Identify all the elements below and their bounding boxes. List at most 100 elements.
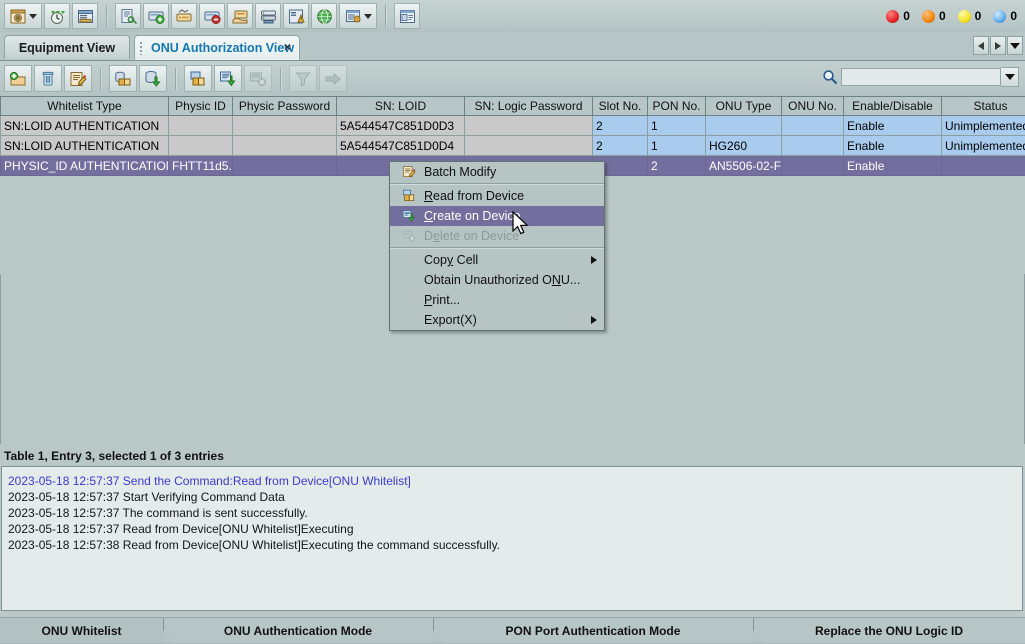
device-stack-icon[interactable]: [255, 3, 281, 29]
table-cell[interactable]: 1: [647, 115, 706, 136]
table-cell[interactable]: 2: [592, 115, 648, 136]
menu-copy-cell[interactable]: Copy Cell: [390, 250, 604, 270]
table-cell[interactable]: [705, 115, 782, 136]
filter-icon[interactable]: [289, 65, 317, 92]
table-cell[interactable]: [464, 115, 593, 136]
delete-record-icon[interactable]: [34, 65, 62, 92]
tab-onu-authorization-view[interactable]: ONU Authorization View ×: [134, 35, 300, 60]
tab-prev-button[interactable]: [973, 36, 989, 55]
toolbar-separator: [385, 5, 386, 27]
search-dropdown-button[interactable]: [1001, 67, 1019, 87]
bottom-tab-replace-the-onu-logic-id-label: Replace the ONU Logic ID: [814, 623, 964, 638]
tab-equipment-view[interactable]: Equipment View: [4, 35, 130, 59]
menu-obtain-unauthorized-onu[interactable]: Obtain Unauthorized ONU...: [390, 270, 604, 290]
table-header-onu-no[interactable]: ONU No.: [781, 96, 844, 116]
bottom-tab-onu-authentication-mode[interactable]: ONU Authentication Mode: [163, 618, 433, 643]
table-cell[interactable]: Unimplemented: [941, 135, 1025, 156]
device-add-icon[interactable]: [143, 3, 169, 29]
tab-list-button[interactable]: [1007, 36, 1023, 55]
bottom-tab-onu-authentication-mode-label: ONU Authentication Mode: [223, 623, 373, 638]
table-header-slot-no[interactable]: Slot No.: [592, 96, 648, 116]
table-cell[interactable]: [232, 135, 337, 156]
table-header-whitelist-type[interactable]: Whitelist Type: [0, 96, 169, 116]
table-cell[interactable]: SN:LOID AUTHENTICATION: [0, 115, 169, 136]
save-to-device-icon[interactable]: [139, 65, 167, 92]
command-log-pane[interactable]: 2023-05-18 12:57:37 Send the Command:Rea…: [1, 466, 1023, 611]
alarm-major[interactable]: 0: [921, 9, 946, 23]
device-hand-icon[interactable]: [227, 3, 253, 29]
table-cell[interactable]: [168, 135, 233, 156]
alarm-critical[interactable]: 0: [886, 9, 910, 23]
window-panel-icon[interactable]: [394, 3, 420, 29]
search-icon[interactable]: [819, 66, 841, 88]
globe-icon[interactable]: [311, 3, 337, 29]
report-icon[interactable]: [72, 3, 98, 29]
add-record-icon[interactable]: [4, 65, 32, 92]
table-cell[interactable]: SN:LOID AUTHENTICATION: [0, 135, 169, 156]
main-toolbar: 0 0 0 0: [0, 0, 1025, 33]
table-header-physic-password[interactable]: Physic Password: [232, 96, 337, 116]
menu-export[interactable]: Export(X): [390, 310, 604, 330]
table-cell[interactable]: [232, 155, 337, 176]
table-cell[interactable]: [464, 135, 593, 156]
table-cell[interactable]: Enable: [843, 115, 942, 136]
table-header-onu-type[interactable]: ONU Type: [705, 96, 782, 116]
device-remove-icon[interactable]: [199, 3, 225, 29]
table-cell[interactable]: [781, 135, 844, 156]
modify-record-icon[interactable]: [64, 65, 92, 92]
search-input[interactable]: [841, 68, 1001, 86]
dropdown-caret-icon[interactable]: [28, 13, 37, 19]
alarm-minor[interactable]: 0: [957, 9, 981, 23]
scheduled-task-icon[interactable]: [44, 3, 70, 29]
new-document-icon[interactable]: [4, 3, 42, 29]
table-header-enable-disable[interactable]: Enable/Disable: [843, 96, 942, 116]
table-cell[interactable]: 5A544547C851D0D4: [336, 135, 465, 156]
table-row[interactable]: SN:LOID AUTHENTICATION 5A544547C851D0D3 2 1…: [0, 115, 1025, 136]
dropdown-caret-icon[interactable]: [363, 13, 372, 19]
menu-read-from-device[interactable]: Read from Device: [390, 186, 604, 206]
read-table-icon[interactable]: [184, 65, 212, 92]
table-header-sn-logic-password[interactable]: SN: Logic Password: [464, 96, 593, 116]
list-config-icon[interactable]: [339, 3, 377, 29]
table-header-sn-loid[interactable]: SN: LOID: [336, 96, 465, 116]
read-from-device-icon[interactable]: [109, 65, 137, 92]
table-cell[interactable]: [781, 155, 844, 176]
bottom-tab-onu-whitelist[interactable]: ONU Whitelist: [0, 618, 163, 643]
close-icon[interactable]: ×: [284, 40, 291, 54]
table-row[interactable]: SN:LOID AUTHENTICATION 5A544547C851D0D4 2 1…: [0, 135, 1025, 156]
table-cell[interactable]: AN5506-02-F: [705, 155, 782, 176]
table-cell[interactable]: [168, 115, 233, 136]
table-cell[interactable]: [232, 115, 337, 136]
table-cell[interactable]: 5A544547C851D0D3: [336, 115, 465, 136]
alarm-warning[interactable]: 0: [993, 9, 1017, 23]
table-cell[interactable]: Unimplemented: [941, 115, 1025, 136]
table-cell[interactable]: Enable: [843, 155, 942, 176]
bottom-tab-pon-port-authentication-mode[interactable]: PON Port Authentication Mode: [433, 618, 753, 643]
menu-batch-modify[interactable]: Batch Modify: [390, 162, 604, 182]
table-cell[interactable]: Enable: [843, 135, 942, 156]
table-cell[interactable]: 1: [647, 135, 706, 156]
table-header-pon-no[interactable]: PON No.: [647, 96, 706, 116]
table-cell[interactable]: FHTT11d5...: [168, 155, 233, 176]
submenu-arrow-icon: [591, 256, 597, 264]
create-on-device-icon[interactable]: [214, 65, 242, 92]
table-cell[interactable]: 2: [647, 155, 706, 176]
bottom-tab-replace-the-onu-logic-id[interactable]: Replace the ONU Logic ID: [753, 618, 1025, 643]
table-cell[interactable]: HG260: [705, 135, 782, 156]
go-arrow-icon[interactable]: [319, 65, 347, 92]
delete-on-device-icon[interactable]: [244, 65, 272, 92]
device-discover-icon[interactable]: [171, 3, 197, 29]
table-cell[interactable]: PHYSIC_ID AUTHENTICATION: [0, 155, 169, 176]
menu-create-on-device[interactable]: Create on Device: [390, 206, 604, 226]
table-cell[interactable]: [781, 115, 844, 136]
table-cell[interactable]: [941, 155, 1025, 176]
table-header-status[interactable]: Status: [941, 96, 1025, 116]
document-key-icon[interactable]: [115, 3, 141, 29]
tab-next-button[interactable]: [990, 36, 1006, 55]
menu-print[interactable]: Print...: [390, 290, 604, 310]
toolbar-group-3: [390, 3, 424, 29]
table-header-physic-id[interactable]: Physic ID: [168, 96, 233, 116]
context-menu: Batch Modify Read from Device Create on De…: [389, 161, 605, 331]
table-cell[interactable]: 2: [592, 135, 648, 156]
device-alarm-icon[interactable]: [283, 3, 309, 29]
